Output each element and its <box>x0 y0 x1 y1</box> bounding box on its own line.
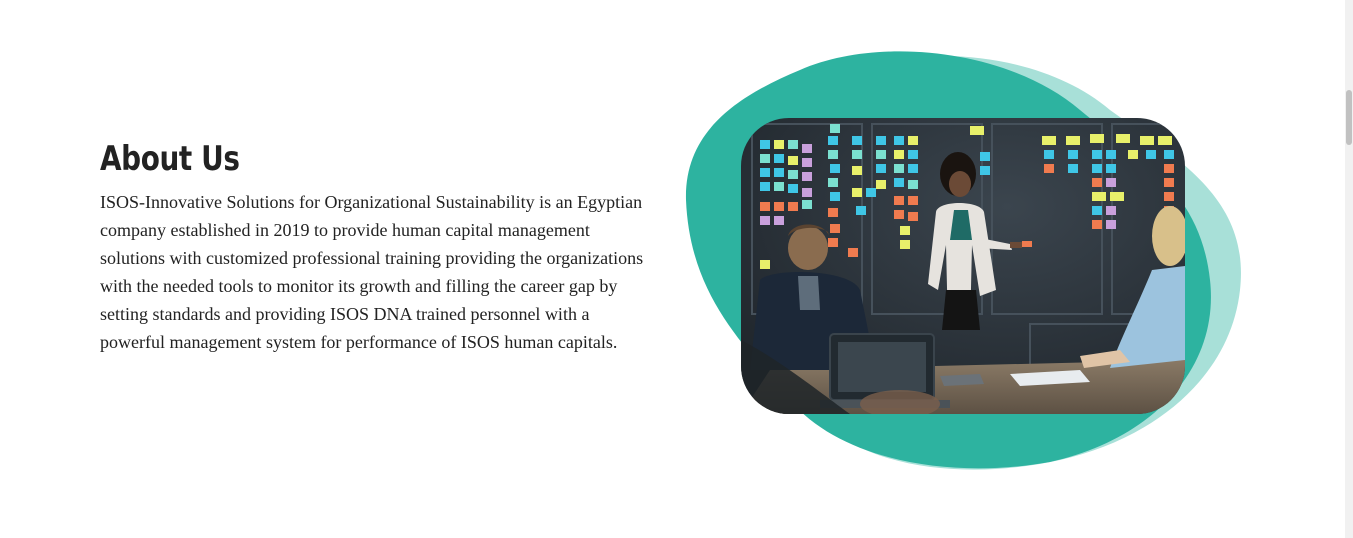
team-meeting-illustration <box>685 51 1241 470</box>
about-image-group <box>680 40 1250 480</box>
about-section: About Us ISOS-Innovative Solutions for O… <box>100 136 660 356</box>
meeting-photo <box>741 118 1185 414</box>
page: About Us ISOS-Innovative Solutions for O… <box>0 0 1345 538</box>
scrollbar-thumb[interactable] <box>1346 90 1352 145</box>
about-description: ISOS-Innovative Solutions for Organizati… <box>100 192 644 352</box>
about-title: About Us <box>100 139 240 179</box>
page-scrollbar[interactable] <box>1345 0 1353 538</box>
